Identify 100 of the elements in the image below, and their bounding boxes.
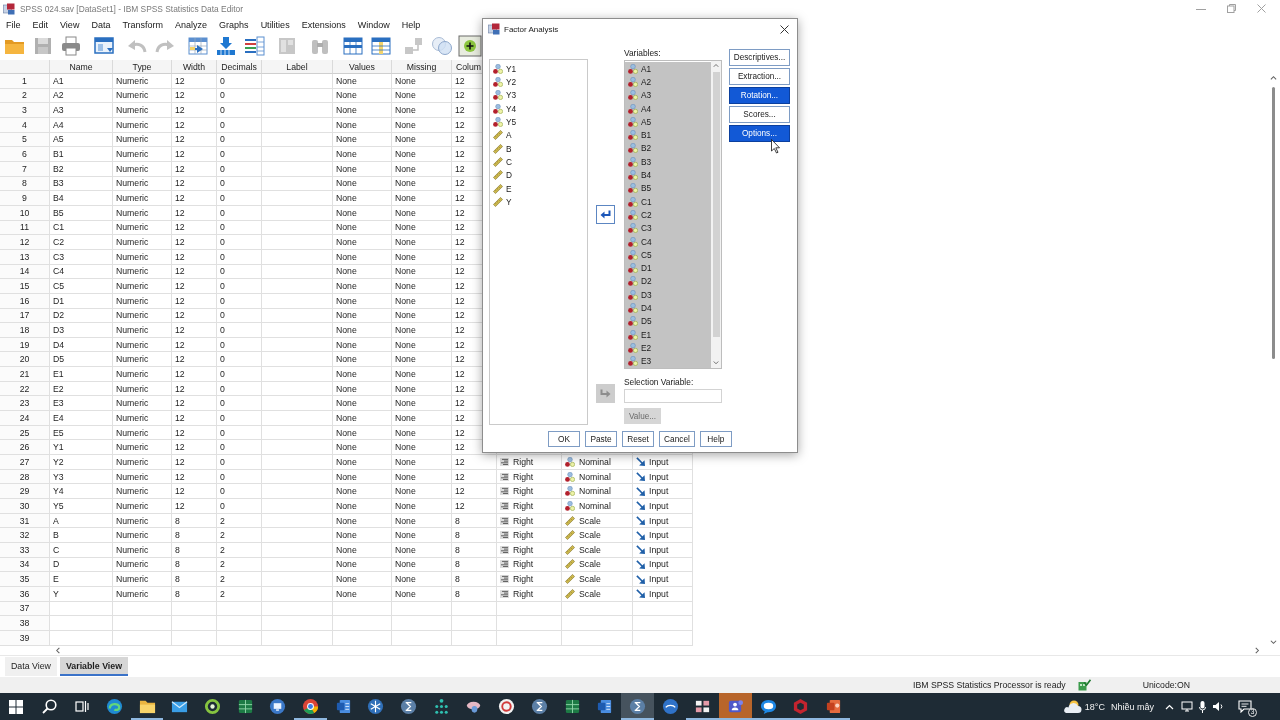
four-panes-icon[interactable] xyxy=(9,699,24,714)
scrollbar-thumb[interactable] xyxy=(712,72,720,337)
menu-item[interactable]: Extensions xyxy=(295,18,352,31)
dialog-button[interactable]: Descriptives... xyxy=(729,49,790,66)
menu-item[interactable]: Data xyxy=(85,18,117,31)
stacked-windows-icon[interactable] xyxy=(74,700,89,713)
empty-cell xyxy=(562,616,633,631)
view-tab[interactable]: Variable View xyxy=(59,657,128,676)
grid-arrow-icon[interactable] xyxy=(186,35,210,57)
dialog-button[interactable]: OK xyxy=(548,431,581,447)
width-text: 12 xyxy=(175,193,185,204)
decimals-text: 0 xyxy=(220,354,225,365)
values-text: None xyxy=(336,588,357,599)
selection-variable-field[interactable] xyxy=(624,389,722,403)
missing-text: None xyxy=(395,134,416,145)
list-item[interactable]: A5 xyxy=(625,115,711,129)
list-item[interactable]: E2 xyxy=(625,341,711,355)
menu-item[interactable]: View xyxy=(54,18,86,31)
list-item[interactable]: C xyxy=(490,155,587,169)
swirl-icon xyxy=(105,698,123,715)
view-tab[interactable]: Data View xyxy=(5,657,57,676)
dialog-title: Factor Analysis xyxy=(504,24,559,34)
list-item[interactable]: D3 xyxy=(625,288,711,302)
table-icon[interactable] xyxy=(369,35,393,57)
width-text: 12 xyxy=(175,90,185,101)
menu-item[interactable]: Graphs xyxy=(213,18,255,31)
dialog-button[interactable]: Cancel xyxy=(659,431,695,447)
dialog-button[interactable]: Help xyxy=(699,431,732,447)
arrow-down-bars-icon[interactable] xyxy=(214,35,238,57)
missing-text: None xyxy=(395,251,416,262)
menu-item[interactable]: Transform xyxy=(116,18,170,31)
list-item[interactable]: D1 xyxy=(625,261,711,275)
list-item[interactable]: C2 xyxy=(625,208,711,222)
list-item[interactable]: A1 xyxy=(625,62,711,76)
list-item[interactable]: B3 xyxy=(625,155,711,169)
row-number: 24 xyxy=(19,412,30,423)
missing-text: None xyxy=(395,266,416,277)
dialog-button[interactable]: Paste xyxy=(585,431,618,447)
menu-item[interactable]: Analyze xyxy=(169,18,214,31)
width-text: 12 xyxy=(175,119,185,130)
list-item[interactable]: Y1 xyxy=(490,62,587,76)
list-item[interactable]: B1 xyxy=(625,128,711,142)
list-item[interactable]: A2 xyxy=(625,75,711,89)
list-item[interactable]: A xyxy=(490,128,587,142)
columns-text: 12 xyxy=(455,266,465,277)
list-item[interactable]: E xyxy=(490,181,587,196)
menu-item[interactable]: Edit xyxy=(26,18,55,31)
list-item[interactable]: D xyxy=(490,168,587,182)
width-text: 12 xyxy=(175,163,185,174)
window-icon[interactable] xyxy=(92,35,116,57)
name-text: D xyxy=(53,559,60,570)
scrollbar-thumb[interactable] xyxy=(1271,87,1275,359)
dialog-button[interactable]: Reset xyxy=(622,431,655,447)
spreadsheet-icon xyxy=(236,698,254,715)
list-item[interactable]: C5 xyxy=(625,248,711,262)
search-icon[interactable] xyxy=(41,699,57,714)
columns-text: 12 xyxy=(455,75,465,86)
close-icon[interactable] xyxy=(780,24,789,34)
name-text: A5 xyxy=(53,134,64,145)
printer-icon[interactable] xyxy=(59,35,83,57)
list-item[interactable]: D4 xyxy=(625,301,711,315)
chevron-right-icon[interactable] xyxy=(1254,647,1261,654)
list-item[interactable]: Y3 xyxy=(490,88,587,102)
notification-icon[interactable] xyxy=(1238,700,1252,713)
missing-text: None xyxy=(395,354,416,365)
dialog-button[interactable]: Options... xyxy=(729,125,790,142)
chevron-left-icon[interactable] xyxy=(55,647,62,654)
list-item[interactable]: Y xyxy=(490,195,587,209)
dialog-button[interactable]: Scores... xyxy=(729,106,790,123)
decimals-text: 2 xyxy=(220,515,225,526)
menu-item[interactable]: Help xyxy=(395,18,427,31)
chevron-down-icon[interactable] xyxy=(1269,639,1277,646)
colored-lines-icon[interactable] xyxy=(242,35,266,57)
table-icon[interactable] xyxy=(341,35,365,57)
menu-item[interactable]: Window xyxy=(351,18,396,31)
dialog-button[interactable]: Extraction... xyxy=(729,68,790,85)
ruler-icon xyxy=(565,588,575,599)
list-item[interactable]: Y4 xyxy=(490,102,587,116)
missing-text: None xyxy=(395,281,416,291)
monitor-icon[interactable] xyxy=(1181,701,1193,712)
values-text: None xyxy=(336,398,357,409)
align-text: Right xyxy=(513,530,534,541)
menu-item[interactable]: File xyxy=(0,18,27,31)
list-item[interactable]: Y5 xyxy=(490,115,587,129)
list-item[interactable]: Y2 xyxy=(490,75,587,89)
empty-cell xyxy=(633,616,693,631)
values-text: None xyxy=(336,442,357,453)
balls-icon xyxy=(628,342,638,353)
speaker-icon[interactable] xyxy=(1212,701,1224,712)
list-item[interactable]: B4 xyxy=(625,168,711,182)
list-item[interactable]: B xyxy=(490,141,587,156)
dialog-button[interactable]: Rotation... xyxy=(729,87,790,104)
menu-item[interactable]: Utilities xyxy=(254,18,296,31)
empty-cell xyxy=(262,616,333,631)
row-number: 9 xyxy=(22,193,27,204)
values-text: None xyxy=(336,90,357,101)
microphone-icon[interactable] xyxy=(1199,700,1206,713)
restore-icon[interactable] xyxy=(1227,4,1236,13)
chevron-down-icon[interactable] xyxy=(713,360,719,366)
move-button[interactable] xyxy=(596,205,615,224)
